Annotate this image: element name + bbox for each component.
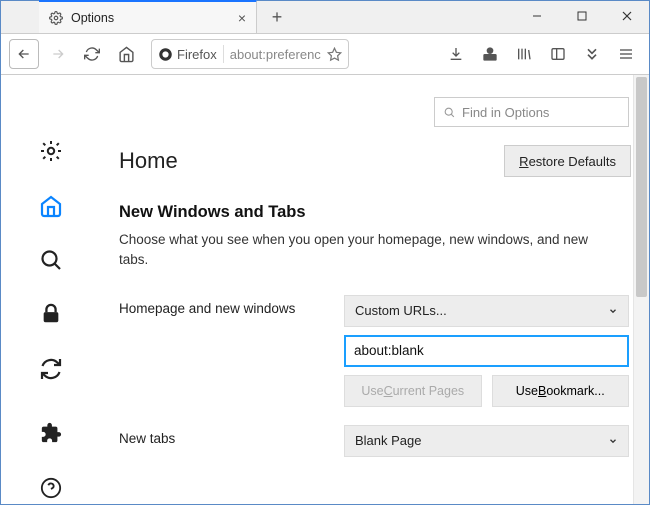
scrollbar-thumb[interactable] [636,77,647,297]
homepage-label: Homepage and new windows [119,295,314,316]
tab-title: Options [71,11,230,25]
address-bar[interactable]: Firefox about:preferenc [151,39,349,69]
find-in-options[interactable]: Find in Options [434,97,629,127]
chevron-down-icon [608,436,618,446]
reload-button[interactable] [77,39,107,69]
account-icon[interactable] [475,39,505,69]
category-home[interactable] [33,189,69,221]
library-button[interactable] [509,39,539,69]
category-search[interactable] [33,244,69,276]
homepage-select-value: Custom URLs... [355,303,447,318]
gear-icon [49,11,63,25]
identity-box[interactable]: Firefox [158,47,217,62]
back-button[interactable] [9,39,39,69]
minimize-button[interactable] [514,1,559,31]
bookmark-star-icon[interactable] [327,47,342,62]
home-button[interactable] [111,39,141,69]
search-icon [443,106,456,119]
category-extensions[interactable] [33,417,69,449]
section-heading: New Windows and Tabs [119,203,631,222]
separator [223,45,224,63]
forward-button[interactable] [43,39,73,69]
new-tab-button[interactable]: + [263,3,291,31]
find-placeholder: Find in Options [462,105,549,120]
newtabs-select-value: Blank Page [355,433,422,448]
category-privacy[interactable] [33,298,69,330]
window-controls [514,1,649,31]
category-sync[interactable] [33,353,69,385]
window: Options × + Firefox [0,0,650,505]
tab-options[interactable]: Options × [39,0,257,33]
toolbar: Firefox about:preferenc [1,34,649,75]
homepage-select[interactable]: Custom URLs... [344,295,629,327]
preferences-body: Find in Options Home Restore Defaults Ne… [1,75,649,504]
use-bookmark-button[interactable]: Use Bookmark... [492,375,630,407]
category-sidebar [1,75,101,504]
page-heading: Home [119,148,504,174]
maximize-button[interactable] [559,1,604,31]
use-current-pages-button[interactable]: Use Current Pages [344,375,482,407]
sidebar-button[interactable] [543,39,573,69]
downloads-button[interactable] [441,39,471,69]
identity-label: Firefox [177,47,217,62]
close-tab-icon[interactable]: × [238,10,246,26]
firefox-icon [158,47,173,62]
content-area: Find in Options Home Restore Defaults Ne… [101,75,649,504]
custom-url-input[interactable] [344,335,629,367]
url-text: about:preferenc [230,47,321,62]
chevron-down-icon [608,306,618,316]
category-support[interactable] [33,472,69,504]
vertical-scrollbar[interactable] [633,75,649,504]
menu-button[interactable] [611,39,641,69]
overflow-button[interactable] [577,39,607,69]
section-description: Choose what you see when you open your h… [119,230,599,271]
close-window-button[interactable] [604,1,649,31]
restore-defaults-button[interactable]: Restore Defaults [504,145,631,177]
category-general[interactable] [33,135,69,167]
newtabs-select[interactable]: Blank Page [344,425,629,457]
newtabs-label: New tabs [119,425,314,446]
tab-strip: Options × + [1,1,649,34]
